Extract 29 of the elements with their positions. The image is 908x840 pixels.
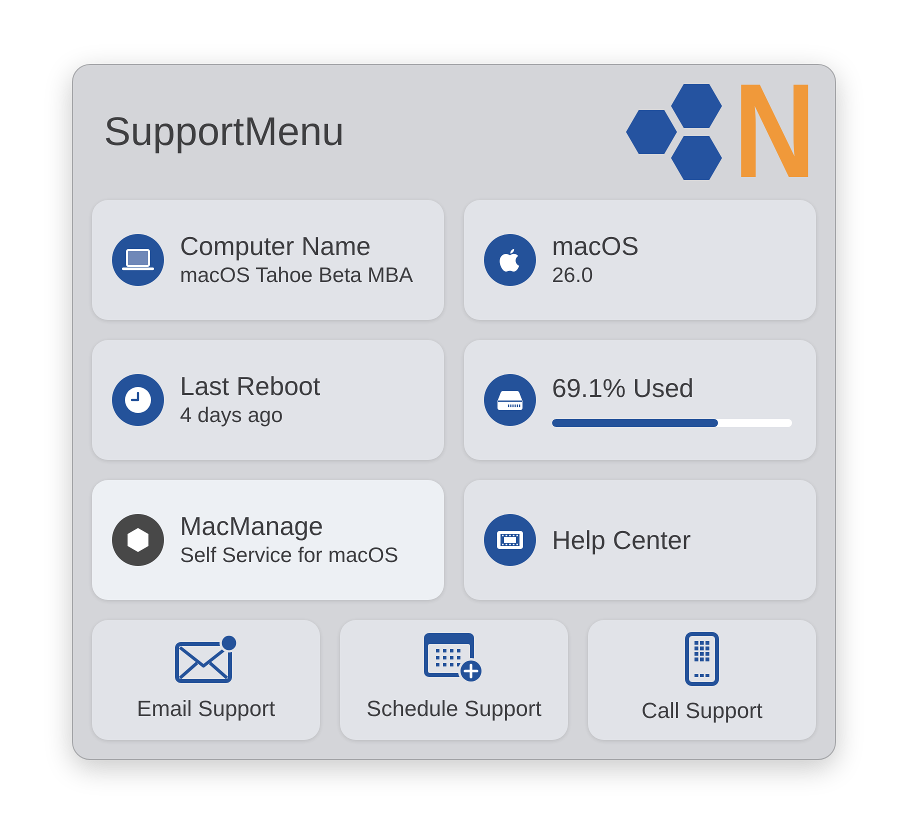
schedule-support-button[interactable]: Schedule Support <box>340 620 568 740</box>
menu-tile[interactable]: Help Center <box>464 480 816 600</box>
menu-tile[interactable]: Computer Name macOS Tahoe Beta MBA <box>92 200 444 320</box>
laptop-icon <box>112 234 164 286</box>
clock-icon <box>112 374 164 426</box>
tile-title: Computer Name <box>180 231 372 261</box>
window-title: SupportMenu <box>104 109 344 156</box>
logo-hexagons-icon <box>626 84 722 180</box>
tile-title: macOS <box>552 231 639 261</box>
film-icon <box>484 514 536 566</box>
apple-icon <box>484 234 536 286</box>
tile-subtitle: Self Service for macOS <box>180 543 398 569</box>
tile-title: Last Reboot <box>180 371 320 401</box>
tile-subtitle: 26.0 <box>552 263 594 289</box>
call-support-button[interactable]: Call Support <box>588 620 816 740</box>
menu-tile[interactable]: 69.1% Used <box>464 340 816 460</box>
menu-tile[interactable]: Last Reboot 4 days ago <box>92 340 444 460</box>
phone-icon <box>685 632 719 686</box>
drive-icon <box>484 374 536 426</box>
tile-title: Help Center <box>552 525 691 555</box>
logo-letter: N <box>734 84 816 180</box>
tile-title: MacManage <box>180 511 324 541</box>
menu-tile[interactable]: macOS 26.0 <box>464 200 816 320</box>
tile-subtitle: 4 days ago <box>180 403 284 429</box>
email-support-button[interactable]: Email Support <box>92 620 320 740</box>
tile-subtitle: macOS Tahoe Beta MBA <box>180 263 414 289</box>
calendar-add-icon <box>424 632 484 684</box>
tile-title: 69.1% Used <box>552 373 695 403</box>
menu-tile[interactable]: MacManage Self Service for macOS <box>92 480 444 600</box>
